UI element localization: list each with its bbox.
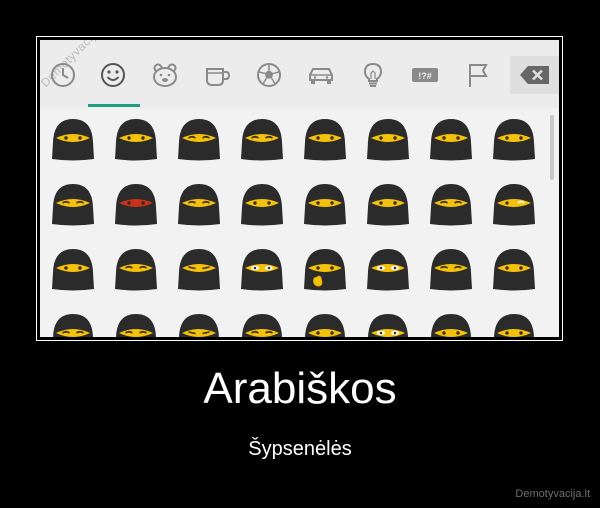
niqab-emoji[interactable] [48, 309, 98, 337]
niqab-emoji[interactable] [300, 244, 350, 294]
niqab-emoji[interactable] [300, 309, 350, 337]
activity-tab[interactable] [252, 58, 286, 92]
niqab-emoji[interactable] [111, 179, 161, 229]
emoji-grid [40, 108, 550, 337]
niqab-emoji[interactable] [426, 309, 476, 337]
soccer-ball-icon [257, 63, 281, 87]
emoji-category-bar: !?# [40, 40, 559, 108]
smileys-tab[interactable] [96, 58, 130, 92]
bear-icon [153, 63, 177, 87]
niqab-emoji[interactable] [237, 309, 287, 337]
niqab-emoji[interactable] [48, 179, 98, 229]
niqab-emoji[interactable] [489, 179, 539, 229]
niqab-emoji[interactable] [111, 309, 161, 337]
poster-subtitle: Šypsenėlės [248, 438, 352, 460]
backspace-button[interactable] [510, 56, 559, 94]
niqab-emoji[interactable] [237, 179, 287, 229]
food-tab[interactable] [200, 58, 234, 92]
backspace-icon [519, 66, 549, 84]
niqab-emoji[interactable] [426, 114, 476, 164]
car-icon [309, 68, 333, 84]
scrollbar[interactable] [550, 115, 554, 180]
niqab-emoji[interactable] [174, 309, 224, 337]
symbols-label: !?# [418, 71, 432, 81]
niqab-emoji[interactable] [48, 114, 98, 164]
animals-tab[interactable] [148, 58, 182, 92]
flag-icon [469, 64, 488, 87]
smiley-icon [101, 63, 125, 87]
symbols-icon: !?# [412, 68, 438, 82]
niqab-emoji[interactable] [426, 244, 476, 294]
site-credit: Demotyvacija.lt [515, 488, 590, 500]
lightbulb-icon [363, 62, 383, 87]
niqab-emoji[interactable] [363, 309, 413, 337]
active-tab-indicator [88, 104, 140, 107]
niqab-emoji[interactable] [489, 114, 539, 164]
cup-icon [206, 68, 231, 86]
niqab-emoji[interactable] [426, 179, 476, 229]
emoji-keyboard-screenshot: !?# Demotyvacija.lt [40, 40, 559, 337]
niqab-emoji[interactable] [363, 179, 413, 229]
niqab-emoji[interactable] [174, 244, 224, 294]
travel-tab[interactable] [304, 58, 338, 92]
niqab-emoji[interactable] [300, 179, 350, 229]
niqab-emoji[interactable] [48, 244, 98, 294]
niqab-emoji[interactable] [174, 179, 224, 229]
niqab-emoji[interactable] [237, 244, 287, 294]
niqab-emoji[interactable] [489, 244, 539, 294]
niqab-emoji[interactable] [111, 114, 161, 164]
niqab-emoji[interactable] [174, 114, 224, 164]
poster-title: Arabiškos [203, 364, 397, 413]
symbols-tab[interactable]: !?# [408, 58, 442, 92]
niqab-emoji[interactable] [300, 114, 350, 164]
niqab-emoji[interactable] [363, 244, 413, 294]
niqab-emoji[interactable] [489, 309, 539, 337]
niqab-emoji[interactable] [111, 244, 161, 294]
niqab-emoji[interactable] [363, 114, 413, 164]
objects-tab[interactable] [356, 58, 390, 92]
flags-tab[interactable] [460, 58, 494, 92]
niqab-emoji[interactable] [237, 114, 287, 164]
